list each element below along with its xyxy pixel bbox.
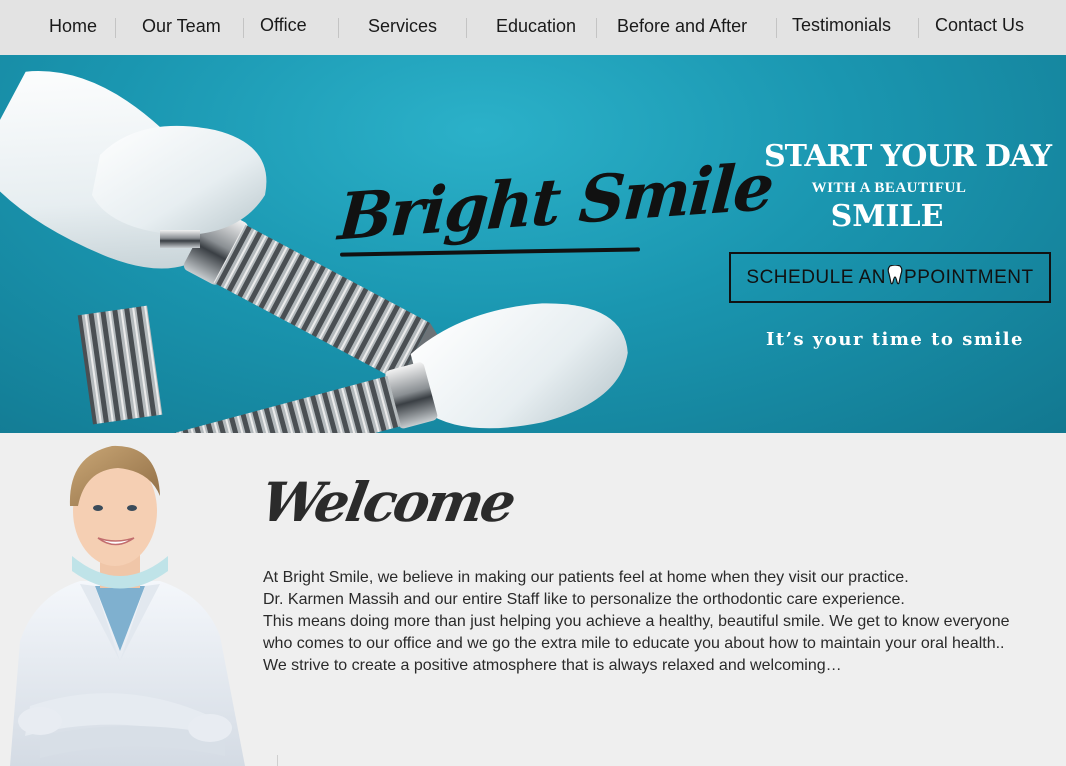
welcome-text: At Bright Smile, we believe in making ou…	[263, 567, 1043, 677]
welcome-line: At Bright Smile, we believe in making ou…	[263, 569, 909, 586]
nav-education[interactable]: Education	[496, 16, 576, 37]
footer-divider	[277, 755, 278, 766]
nav-contact-us[interactable]: Contact Us	[935, 15, 1024, 36]
nav-separator	[466, 18, 467, 38]
nav-separator	[338, 18, 339, 38]
welcome-line: who comes to our office and we go the ex…	[263, 635, 1005, 652]
cta-label-start: SCHEDULE AN	[746, 266, 887, 288]
nav-separator	[918, 18, 919, 38]
hero-headline-2: WITH A BEAUTIFUL	[811, 180, 967, 196]
schedule-appointment-button[interactable]: SCHEDULE AN PPOINTMENT	[729, 252, 1051, 303]
welcome-title: Welcome	[256, 470, 519, 534]
main-nav: Home Our Team Office Services Education …	[0, 0, 1066, 55]
nav-our-team[interactable]: Our Team	[142, 16, 221, 37]
welcome-line: This means doing more than just helping …	[263, 613, 1010, 630]
nav-separator	[115, 18, 116, 38]
nav-testimonials[interactable]: Testimonials	[792, 15, 891, 36]
nav-before-and-after[interactable]: Before and After	[617, 16, 747, 37]
nav-office[interactable]: Office	[260, 15, 307, 36]
dentist-portrait	[10, 445, 245, 766]
tooth-icon	[887, 263, 903, 291]
welcome-line: Dr. Karmen Massih and our entire Staff l…	[263, 591, 905, 608]
hero-headline-3: SMILE	[830, 199, 944, 234]
nav-separator	[776, 18, 777, 38]
hero-headline-1: START YOUR DAY	[764, 139, 1052, 174]
dental-implant-illustration	[0, 71, 628, 433]
cta-label-end: PPOINTMENT	[904, 266, 1034, 288]
hero-tagline: It’s your time to smile	[765, 329, 1024, 350]
nav-separator	[596, 18, 597, 38]
nav-separator	[243, 18, 244, 38]
welcome-line: We strive to create a positive atmospher…	[263, 657, 842, 674]
hero-banner: Bright Smile START YOUR DAY WITH A BEAUT…	[0, 55, 1066, 433]
nav-home[interactable]: Home	[49, 16, 97, 37]
nav-services[interactable]: Services	[368, 16, 437, 37]
